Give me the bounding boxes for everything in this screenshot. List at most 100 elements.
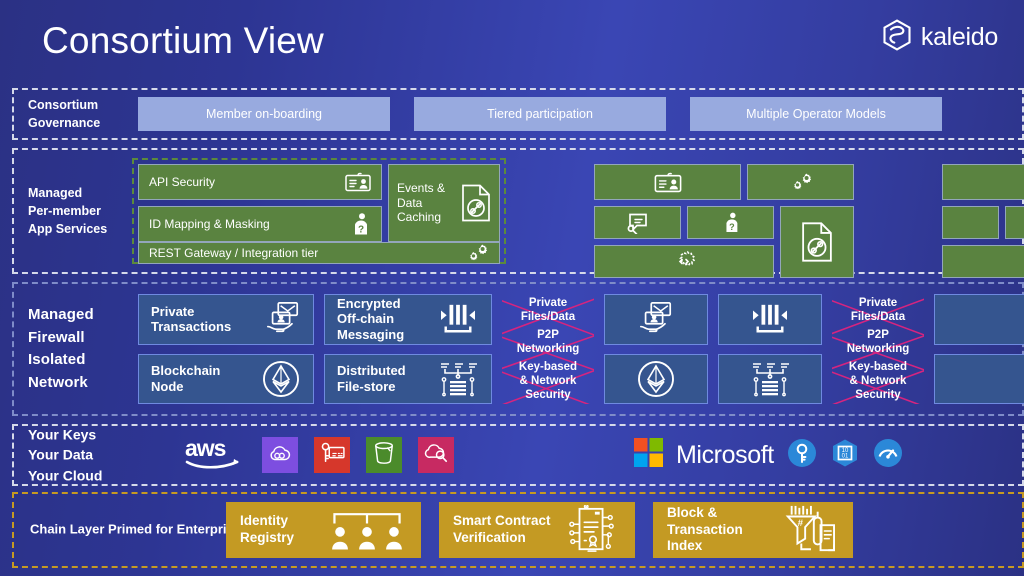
smart-contract-icon [563,505,621,555]
app-services-member-1: API Security ID Mapping & Masking ? Even… [132,158,506,264]
crossed-label-p2p-networking: P2P Networking [516,328,580,355]
document-link-icon [801,220,833,264]
gears-icon [789,172,813,192]
svg-text:#: # [798,518,804,529]
service-tile-chat-key[interactable] [594,206,681,239]
cloud-provider-row: aws Microsoft 10 01 [132,426,1022,484]
service-tile-blank-2[interactable] [942,206,999,239]
firewall-member-1-col-1: Private Transactions Blockchain Node [138,294,314,404]
service-tile-api-security[interactable] [594,164,742,200]
azure-blockchain-icon[interactable]: 10 01 [830,438,860,473]
crossed-label-key-network-security: Key-based & Network Security [848,360,908,401]
chat-key-icon [626,212,650,234]
id-badge-icon [654,172,682,193]
service-label: Events & Data Caching [397,181,446,225]
aws-tile-cloud-link[interactable] [262,437,298,473]
document-link-icon [461,184,491,222]
microsoft-group: Microsoft 10 01 [634,438,903,473]
band-label-cloud: Your Keys Your Data Your Cloud [28,426,103,484]
aws-tile-s3-bucket[interactable] [366,437,402,473]
slide-header: Consortium View kaleido [0,0,1024,84]
service-label: REST Gateway / Integration tier [149,245,319,260]
governance-chip-row: Member on-boarding Tiered participation … [138,90,1022,138]
card-label: Block & Transaction Index [667,504,743,554]
file-store-icon [437,360,479,398]
chain-card-identity-registry[interactable]: Identity Registry [226,502,421,558]
service-events-data-caching[interactable]: Events & Data Caching [388,164,500,242]
band-your-cloud: Your Keys Your Data Your Cloud aws Micro… [12,424,1024,486]
microsoft-logo-icon [634,438,663,472]
service-rest-gateway[interactable]: REST Gateway / Integration tier [138,242,500,264]
aws-tile-key-card[interactable] [314,437,350,473]
app-services-member-2: ? [594,164,854,278]
ethereum-icon [636,359,676,399]
service-label: ID Mapping & Masking [149,216,270,231]
identity-registry-icon [327,508,407,552]
firewall-tile-blank-2[interactable] [934,353,1024,404]
app-services-member-3 [942,164,1024,278]
service-api-security[interactable]: API Security [138,164,382,200]
key-card-icon [319,442,345,469]
person-key-icon: ? [349,212,371,236]
card-label: Smart Contract Verification [453,513,551,545]
service-tile-id-mapping[interactable]: ? [687,206,774,239]
firewall-card-distributed-filestore[interactable]: Distributed File-store [324,353,492,404]
governance-chip-multiple-operator-models[interactable]: Multiple Operator Models [690,97,942,131]
firewall-tile-private-transactions[interactable] [604,294,708,345]
band-managed-firewall: Managed Firewall Isolated Network Privat… [12,282,1024,416]
governance-chip-tiered-participation[interactable]: Tiered participation [414,97,666,131]
chain-card-block-transaction-index[interactable]: Block & Transaction Index # [653,502,853,558]
firewall-member-1-col-2: Encrypted Off-chain Messaging Distribute… [324,294,492,404]
private-transaction-icon [638,301,674,337]
svg-text:?: ? [358,225,364,236]
crossed-label-p2p-networking: P2P Networking [846,328,910,355]
card-label: Identity Registry [240,513,295,545]
governance-chip-member-onboarding[interactable]: Member on-boarding [138,97,390,131]
aws-wordmark: aws [184,435,246,475]
chain-card-row: Identity Registry Smart Contract Verific… [226,502,1022,558]
gear-code-icon [671,250,697,274]
firewall-grid: Private Transactions Blockchain Node Enc… [138,294,1024,404]
bucket-icon [373,441,395,470]
gears-icon [465,243,489,263]
service-id-mapping-masking[interactable]: ID Mapping & Masking ? [138,206,382,242]
service-tile-blank-4[interactable] [942,245,1024,278]
barcode-messaging-icon [437,302,479,336]
svg-text:?: ? [729,222,735,232]
firewall-member-2-col-1 [604,294,708,404]
chain-card-smart-contract-verification[interactable]: Smart Contract Verification [439,502,635,558]
firewall-member-2-col-2 [718,294,822,404]
kaleido-logo-text: kaleido [920,23,998,51]
kaleido-logo: kaleido [882,19,998,56]
ethereum-icon [261,359,301,399]
firewall-crossed-out-group-1: Private Files/Data P2P Networking Key-ba… [502,294,594,404]
private-transaction-icon [265,301,301,337]
service-label: API Security [149,174,216,189]
azure-key-vault-icon[interactable] [787,438,817,473]
cloud-search-icon [424,442,449,468]
aws-group: aws [184,435,454,475]
firewall-crossed-out-group-2: Private Files/Data P2P Networking Key-ba… [832,294,924,404]
service-tile-events-caching[interactable] [780,206,854,278]
cloud-link-icon [268,443,292,468]
firewall-card-blockchain-node[interactable]: Blockchain Node [138,353,314,404]
firewall-tile-blockchain-node[interactable] [604,353,708,404]
svg-text:01: 01 [841,453,848,459]
azure-monitor-icon[interactable] [873,438,903,473]
aws-tile-cloud-search[interactable] [418,437,454,473]
firewall-tile-encrypted-messaging[interactable] [718,294,822,345]
firewall-card-encrypted-messaging[interactable]: Encrypted Off-chain Messaging [324,294,492,345]
service-tile-gear-code[interactable] [594,245,774,278]
crossed-label-private-files: Private Files/Data [520,296,576,323]
band-label-governance: Consortium Governance [28,97,101,130]
service-tile-blank-3[interactable] [1005,206,1024,239]
band-label-app-services: Managed Per-member App Services [28,185,108,237]
service-tile-rest-gateway[interactable] [747,164,854,200]
page-title: Consortium View [42,20,324,61]
person-key-icon: ? [721,211,741,234]
service-tile-blank-1[interactable] [942,164,1024,200]
firewall-tile-distributed-filestore[interactable] [718,353,822,404]
slide-root: Consortium View kaleido Consortium Gover… [0,0,1024,576]
firewall-tile-blank-1[interactable] [934,294,1024,345]
firewall-card-private-transactions[interactable]: Private Transactions [138,294,314,345]
